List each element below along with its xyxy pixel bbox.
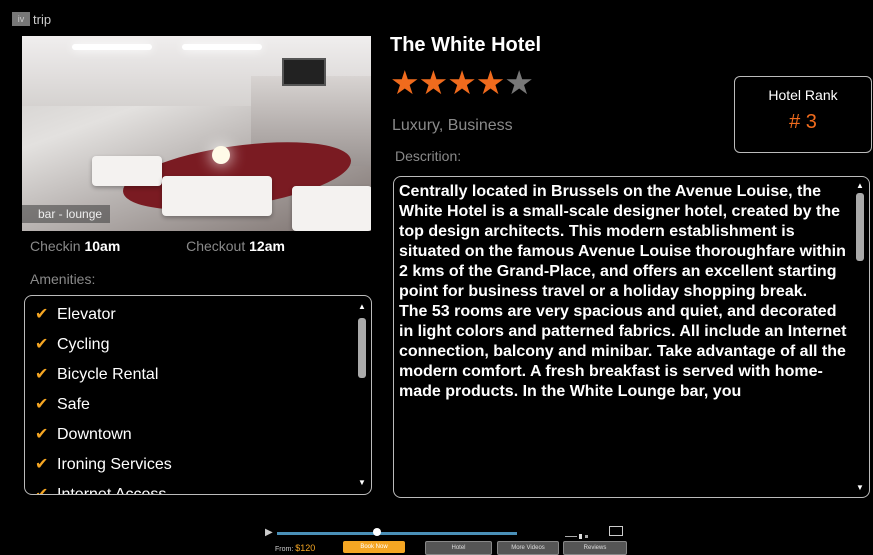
description-paragraph: Centrally located in Brussels on the Ave… <box>399 183 846 300</box>
star-rating: ★★★★★ <box>390 64 534 101</box>
logo-text: trip <box>33 11 52 27</box>
photo-ceiling-light <box>182 44 262 50</box>
amenity-label: Ironing Services <box>57 456 172 473</box>
amenity-item: ✔ Internet Access <box>35 480 371 495</box>
fullscreen-icon[interactable] <box>609 526 623 536</box>
amenities-label: Amenities: <box>30 271 96 287</box>
photo-lamp <box>212 146 230 164</box>
star-icon: ★ <box>447 64 477 101</box>
hotel-rank-value: # 3 <box>789 111 817 133</box>
amenities-list[interactable]: ✔ Elevator ✔ Cycling ✔ Bicycle Rental ✔ Safe ✔ Do… <box>24 295 372 495</box>
photo-sofa <box>292 186 371 231</box>
progress-knob[interactable] <box>373 528 381 536</box>
amenity-label: Bicycle Rental <box>57 366 159 383</box>
price-from: From: $120 <box>275 543 315 553</box>
play-icon[interactable]: ▶ <box>265 527 273 538</box>
logo-mark: iv <box>12 12 30 26</box>
description-box[interactable]: Centrally located in Brussels on the Ave… <box>393 176 870 498</box>
checkin-value: 10am <box>84 238 121 254</box>
hotel-photo[interactable]: bar - lounge <box>22 36 371 231</box>
app-logo: iv trip <box>12 11 51 27</box>
check-icon: ✔ <box>35 306 49 323</box>
checkout-value: 12am <box>249 238 285 254</box>
checkin-label: Checkin <box>30 238 81 254</box>
scroll-down-icon[interactable]: ▼ <box>855 483 865 493</box>
amenity-item: ✔ Cycling <box>35 330 371 360</box>
progress-bar[interactable] <box>277 532 517 535</box>
photo-ceiling-light <box>72 44 152 50</box>
check-icon: ✔ <box>35 396 49 413</box>
hotel-rank-box: Hotel Rank # 3 <box>734 76 872 153</box>
price-value: $120 <box>295 543 316 553</box>
more-videos-button[interactable]: More Videos <box>497 541 559 555</box>
amenity-label: Cycling <box>57 336 110 353</box>
check-times: Checkin 10am Checkout 12am <box>30 238 285 254</box>
check-icon: ✔ <box>35 486 49 495</box>
amenity-item: ✔ Ironing Services <box>35 450 371 480</box>
check-icon: ✔ <box>35 336 49 353</box>
photo-caption: bar - lounge <box>22 205 111 223</box>
check-icon: ✔ <box>35 426 49 443</box>
amenity-item: ✔ Safe <box>35 390 371 420</box>
hotel-button[interactable]: Hotel <box>425 541 492 555</box>
photo-tv <box>282 58 326 86</box>
amenity-item: ✔ Downtown <box>35 420 371 450</box>
description-scrollbar[interactable]: ▲ ▼ <box>855 181 865 493</box>
checkout-label: Checkout <box>186 238 246 254</box>
scroll-down-icon[interactable]: ▼ <box>357 478 367 488</box>
reviews-button[interactable]: Reviews <box>563 541 627 555</box>
scrollbar-thumb[interactable] <box>358 318 366 378</box>
amenity-label: Elevator <box>57 306 116 323</box>
description-label: Descrition: <box>395 148 462 164</box>
check-icon: ✔ <box>35 366 49 383</box>
check-icon: ✔ <box>35 456 49 473</box>
volume-icon[interactable] <box>565 527 595 539</box>
hotel-name: The White Hotel <box>390 34 542 56</box>
amenity-label: Internet Access <box>57 486 167 495</box>
scroll-up-icon[interactable]: ▲ <box>357 302 367 312</box>
amenity-item: ✔ Elevator <box>35 300 371 330</box>
description-paragraph: The 53 rooms are very spacious and quiet… <box>399 303 847 400</box>
amenity-item: ✔ Bicycle Rental <box>35 360 371 390</box>
video-player-controls: ▶ From: $120 Book Now Hotel More Videos … <box>265 524 635 555</box>
hotel-rank-label: Hotel Rank <box>768 87 838 103</box>
book-now-button[interactable]: Book Now <box>343 541 405 553</box>
hotel-category: Luxury, Business <box>392 117 513 134</box>
photo-sofa <box>162 176 272 216</box>
photo-sofa <box>92 156 162 186</box>
star-icon: ★ <box>475 64 506 101</box>
star-icon: ★ <box>390 64 420 101</box>
scrollbar-thumb[interactable] <box>856 193 864 261</box>
star-icon: ★ <box>418 64 449 101</box>
price-from-label: From: <box>275 546 294 553</box>
description-text: Centrally located in Brussels on the Ave… <box>394 177 869 482</box>
amenity-label: Downtown <box>57 426 132 443</box>
scroll-up-icon[interactable]: ▲ <box>855 181 865 191</box>
amenities-scrollbar[interactable]: ▲ ▼ <box>357 302 367 488</box>
star-icon: ★ <box>504 64 534 101</box>
amenity-label: Safe <box>57 396 90 413</box>
